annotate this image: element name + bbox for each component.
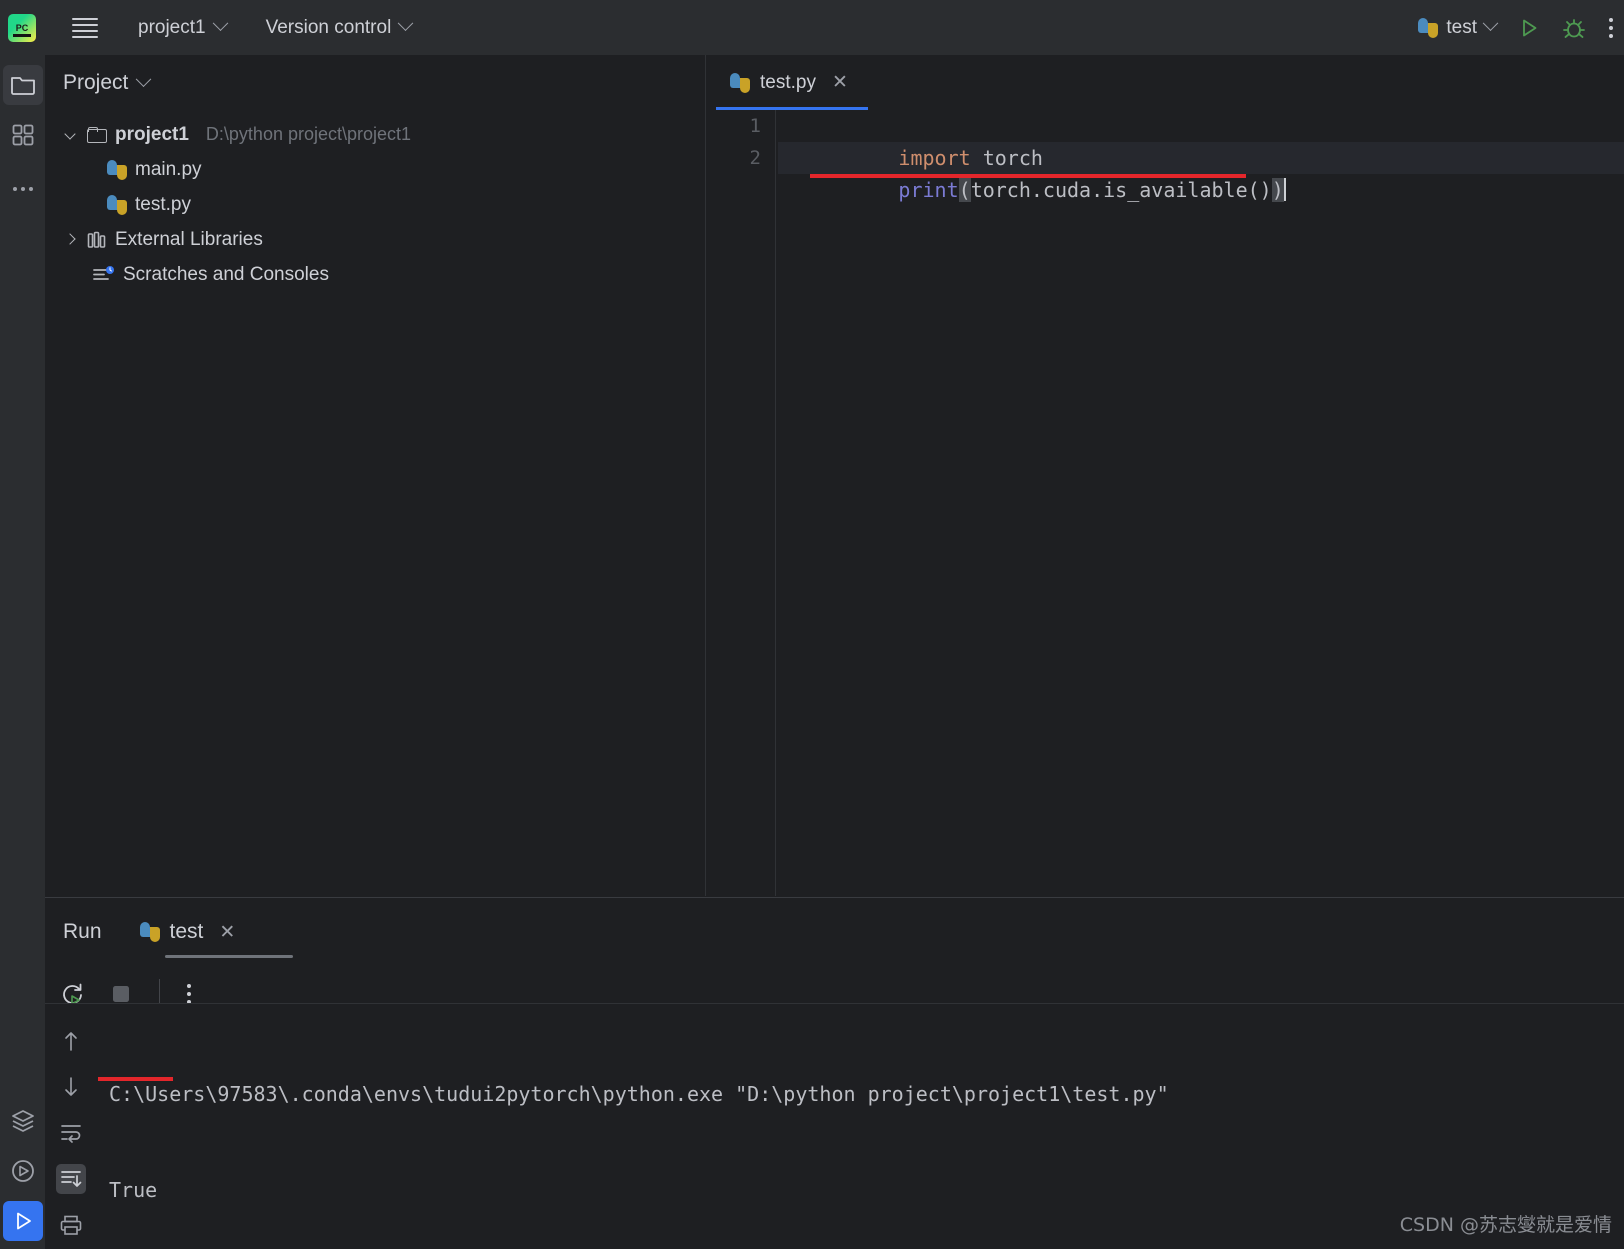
play-icon — [16, 1212, 31, 1230]
tree-node-project1[interactable]: project1 D:\python project\project1 — [45, 117, 706, 152]
text-caret — [1283, 178, 1286, 201]
left-rail-bottom-group — [0, 1101, 45, 1241]
tree-node-main-py[interactable]: main.py — [45, 152, 706, 187]
scroll-to-end-icon — [61, 1171, 82, 1187]
console-gutter-toolbar — [45, 1004, 97, 1249]
sidebar-item-services[interactable] — [3, 1101, 43, 1141]
tree-node-label: test.py — [135, 193, 191, 215]
run-configuration-label: test — [1446, 16, 1477, 38]
python-file-icon — [139, 922, 160, 942]
token-module-torch: torch — [970, 146, 1043, 170]
run-console[interactable]: C:\Users\97583\.conda\envs\tudui2pytorch… — [45, 1003, 1624, 1249]
toolbar-right-group: test — [1418, 0, 1614, 55]
chevron-right-icon[interactable] — [63, 232, 79, 248]
editor-tab-label: test.py — [760, 71, 816, 93]
project-panel-header[interactable]: Project — [45, 55, 706, 95]
sidebar-item-run[interactable] — [2, 1201, 43, 1241]
console-line-output: True — [109, 1178, 158, 1202]
pycharm-window: project1 Version control test — [0, 0, 1624, 1249]
pycharm-logo-icon — [8, 13, 36, 42]
project-tree: project1 D:\python project\project1 main… — [45, 117, 706, 292]
version-control-label: Version control — [265, 16, 392, 38]
token-expression: torch.cuda.is_available() — [970, 178, 1272, 202]
python-file-icon — [107, 194, 127, 215]
active-run-tab-indicator — [165, 955, 293, 958]
printer-icon — [60, 1215, 82, 1235]
scroll-down-button[interactable] — [56, 1072, 86, 1102]
arrow-down-icon — [65, 1077, 77, 1096]
sidebar-item-more[interactable] — [3, 169, 43, 209]
sidebar-item-project[interactable] — [2, 65, 43, 105]
line-number: 2 — [749, 147, 761, 169]
tree-node-label: External Libraries — [115, 228, 263, 250]
library-icon — [87, 231, 106, 248]
token-open-paren: ( — [958, 178, 971, 202]
folder-icon — [10, 77, 35, 95]
chevron-down-icon — [212, 15, 228, 32]
editor-tab-test-py[interactable]: test.py ✕ — [706, 55, 864, 110]
sidebar-item-python-console[interactable] — [3, 1151, 43, 1191]
play-circle-icon — [11, 1160, 34, 1182]
tree-node-label: project1 — [115, 123, 189, 145]
sidebar-item-structure[interactable] — [3, 115, 43, 155]
run-panel-header: Run test ✕ — [45, 898, 1624, 966]
tree-node-scratches[interactable]: Scratches and Consoles — [45, 257, 706, 292]
console-line-command: C:\Users\97583\.conda\envs\tudui2pytorch… — [109, 1082, 1169, 1106]
folder-icon — [87, 126, 107, 143]
scroll-to-end-button[interactable] — [56, 1164, 86, 1194]
left-tool-rail — [0, 55, 45, 1249]
arrow-up-icon — [65, 1032, 77, 1051]
version-control-widget[interactable]: Version control — [265, 15, 414, 39]
main-menu-icon[interactable] — [72, 17, 98, 39]
python-file-icon — [730, 72, 750, 93]
console-output[interactable]: C:\Users\97583\.conda\envs\tudui2pytorch… — [109, 1014, 1614, 1249]
run-panel-title: Run — [63, 920, 102, 943]
run-configuration-selector[interactable]: test — [1418, 15, 1499, 39]
token-close-paren: ) — [1271, 178, 1284, 202]
soft-wrap-button[interactable] — [56, 1118, 86, 1148]
tree-node-external-libraries[interactable]: External Libraries — [45, 222, 706, 257]
chevron-down-icon[interactable] — [63, 127, 79, 143]
ellipsis-icon — [12, 187, 33, 191]
print-button[interactable] — [56, 1210, 86, 1240]
structure-icon — [12, 124, 33, 146]
debug-icon[interactable] — [1562, 17, 1586, 39]
main-toolbar: project1 Version control test — [0, 0, 1624, 55]
more-vertical-icon[interactable] — [1608, 16, 1614, 40]
annotation-red-underline-editor — [810, 174, 1246, 178]
code-editor[interactable]: 1 2 import torch print(torch.cuda.is_ava… — [706, 110, 1624, 896]
run-tab-test[interactable]: test ✕ — [139, 920, 235, 944]
editor-tab-bar: test.py ✕ — [706, 55, 1624, 110]
project-widget[interactable]: project1 — [138, 15, 228, 39]
editor-area: test.py ✕ 1 2 import torch print(torch.c… — [706, 55, 1624, 896]
code-line-1[interactable]: import torch — [778, 110, 1624, 170]
page-title: Project — [63, 71, 129, 94]
chevron-down-icon — [1482, 15, 1499, 32]
token-function-print: print — [898, 178, 959, 202]
editor-gutter[interactable]: 1 2 — [706, 110, 776, 896]
code-content[interactable]: import torch print(torch.cuda.is_availab… — [778, 110, 1624, 202]
tree-node-path: D:\python project\project1 — [205, 124, 412, 144]
layers-icon — [11, 1110, 34, 1132]
tree-node-label: Scratches and Consoles — [123, 263, 329, 285]
scratches-icon — [93, 265, 114, 280]
close-icon[interactable]: ✕ — [219, 921, 235, 944]
chevron-down-icon — [136, 70, 152, 87]
close-icon[interactable]: ✕ — [832, 71, 848, 94]
python-file-icon — [107, 159, 127, 180]
annotation-red-underline-console — [98, 1077, 173, 1081]
run-tab-label: test — [169, 920, 204, 943]
chevron-down-icon — [398, 15, 414, 32]
project-widget-label: project1 — [138, 16, 206, 38]
scroll-up-button[interactable] — [56, 1026, 86, 1056]
project-tool-window: Project project1 D:\python project\proje… — [45, 55, 706, 896]
tree-node-test-py[interactable]: test.py — [45, 187, 706, 222]
watermark: CSDN @苏志燮就是爱情 — [1399, 1214, 1612, 1236]
python-file-icon — [1418, 17, 1439, 38]
token-keyword-import: import — [898, 146, 971, 170]
line-number: 1 — [749, 115, 761, 137]
tree-node-label: main.py — [135, 158, 202, 180]
run-icon[interactable] — [1518, 17, 1540, 39]
soft-wrap-icon — [61, 1125, 81, 1143]
